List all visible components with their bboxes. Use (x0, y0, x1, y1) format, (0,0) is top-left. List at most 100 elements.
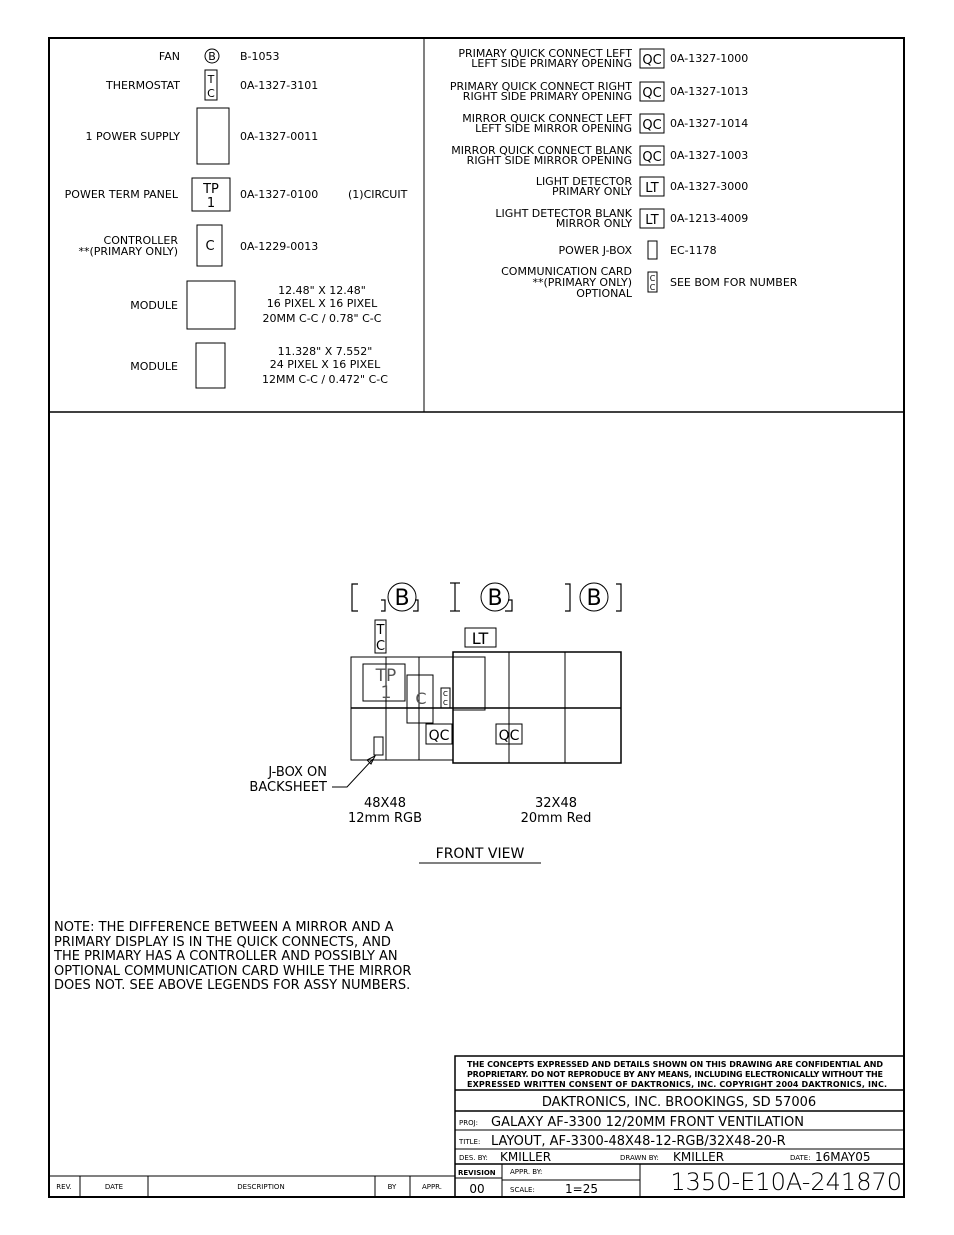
drawn-label: DRAWN BY: (620, 1154, 659, 1162)
note-line: PRIMARY DISPLAY IS IN THE QUICK CONNECTS… (54, 935, 391, 950)
note-line: THE PRIMARY HAS A CONTROLLER AND POSSIBL… (53, 949, 398, 964)
junction-box-icon (647, 240, 658, 260)
legend-row-qc-2: PRIMARY QUICK CONNECT RIGHT RIGHT SIDE P… (450, 80, 748, 103)
light-detector-symbol: LT (472, 629, 489, 648)
module1-label: MODULE (130, 299, 178, 312)
drafter: KMILLER (673, 1150, 724, 1164)
legend-symbol: QC (642, 118, 661, 133)
legend-symbol: QC (642, 86, 661, 101)
thermostat-symbol-bottom: C (376, 639, 385, 654)
junction-box-icon (373, 736, 384, 756)
notice-line: EXPRESSED WRITTEN CONSENT OF DAKTRONICS,… (467, 1080, 887, 1089)
module2-label: MODULE (130, 360, 178, 373)
des-label: DES. BY: (459, 1154, 488, 1162)
jbox-label: BACKSHEET (249, 780, 327, 795)
fan-symbol: B (487, 586, 502, 611)
fan-symbol: B (208, 50, 216, 63)
power-supply-label: 1 POWER SUPPLY (86, 130, 181, 143)
cabinet-48x48 (350, 656, 454, 761)
legend-label: OPTIONAL (576, 287, 633, 300)
column-header: DESCRIPTION (237, 1183, 284, 1191)
power-supply-icon (452, 656, 486, 711)
column-header: BY (388, 1183, 397, 1191)
column-header: DATE (105, 1183, 123, 1191)
fan-symbol: B (394, 586, 409, 611)
power-term-panel-part: 0A-1327-0100 (240, 188, 318, 201)
note-line: OPTIONAL COMMUNICATION CARD WHILE THE MI… (54, 964, 411, 979)
revision-label: REVISION (458, 1169, 496, 1177)
legend-label: RIGHT SIDE MIRROR OPENING (467, 154, 632, 167)
legend-label: LEFT SIDE MIRROR OPENING (475, 122, 632, 135)
left-caption: 48X48 (364, 796, 406, 811)
legend-part: EC-1178 (670, 244, 717, 257)
project-name: GALAXY AF-3300 12/20MM FRONT VENTILATION (491, 1115, 804, 1130)
legend-symbol: C (650, 283, 656, 292)
quick-connect-symbol: QC (499, 728, 520, 744)
title-block: THE CONCEPTS EXPRESSED AND DETAILS SHOWN… (454, 1055, 905, 1198)
module1-icon (186, 280, 236, 330)
appr-label: APPR. BY: (510, 1168, 542, 1176)
thermostat-part: 0A-1327-3101 (240, 79, 318, 92)
legend-symbol: LT (645, 181, 658, 196)
legend-row-qc-3: MIRROR QUICK CONNECT LEFT LEFT SIDE MIRR… (462, 112, 748, 135)
legend-part: 0A-1213-4009 (670, 212, 748, 225)
proj-label: PROJ: (459, 1119, 478, 1127)
thermostat-label: THERMOSTAT (105, 79, 180, 92)
legend-label: PRIMARY ONLY (552, 185, 632, 198)
controller-label2: **(PRIMARY ONLY) (78, 245, 178, 258)
front-view: B B B T C LT TP 1 C C C QC QC J-BOX ON B… (249, 582, 622, 864)
tp-symbol-bottom: 1 (381, 683, 392, 703)
legend-left: FAN B B-1053 THERMOSTAT T C 0A-1327-3101… (65, 48, 408, 389)
revision-value: 00 (469, 1182, 484, 1196)
leader-line (332, 758, 374, 788)
module2-line1: 11.328" X 7.552" (278, 345, 373, 358)
left-caption: 12mm RGB (348, 811, 422, 826)
notice-line: THE CONCEPTS EXPRESSED AND DETAILS SHOWN… (467, 1060, 883, 1069)
legend-part: 0A-1327-1000 (670, 52, 748, 65)
drawing-date: 16MAY05 (815, 1150, 871, 1164)
legend-label: MIRROR ONLY (556, 217, 632, 230)
view-title: FRONT VIEW (436, 846, 525, 862)
title-label: TITLE: (458, 1138, 480, 1146)
drawing-number: 1350-E10A-241870 (670, 1168, 902, 1196)
note-line: DOES NOT. SEE ABOVE LEGENDS FOR ASSY NUM… (54, 978, 410, 993)
column-header: REV. (56, 1183, 71, 1191)
controller-symbol: C (205, 239, 214, 254)
legend-part: 0A-1327-1003 (670, 149, 748, 162)
legend-part: SEE BOM FOR NUMBER (670, 276, 798, 289)
legend-label: LEFT SIDE PRIMARY OPENING (471, 57, 632, 70)
fan-label: FAN (159, 50, 180, 63)
legend-symbol: QC (642, 53, 661, 68)
cabinet-32x48 (452, 651, 622, 764)
controller-part: 0A-1229-0013 (240, 240, 318, 253)
module2-line2: 24 PIXEL X 16 PIXEL (270, 358, 381, 371)
thermostat-symbol-top: T (207, 73, 215, 86)
legend-symbol: LT (645, 213, 658, 228)
legend-row-lt-1: LIGHT DETECTOR PRIMARY ONLY LT 0A-1327-3… (536, 175, 748, 198)
legend-label: POWER J-BOX (558, 244, 632, 257)
controller-symbol: C (415, 689, 426, 708)
legend-symbol: QC (642, 150, 661, 165)
power-supply-part: 0A-1327-0011 (240, 130, 318, 143)
power-term-panel-label: POWER TERM PANEL (65, 188, 179, 201)
legend-label: RIGHT SIDE PRIMARY OPENING (463, 90, 632, 103)
company-name: DAKTRONICS, INC. BROOKINGS, SD 57006 (542, 1095, 816, 1110)
legend-row-qc-1: PRIMARY QUICK CONNECT LEFT LEFT SIDE PRI… (458, 47, 748, 70)
column-header: APPR. (422, 1183, 442, 1191)
date-label: DATE: (790, 1154, 811, 1162)
legend-row-jbox: POWER J-BOX EC-1178 (558, 240, 717, 260)
legend-right: PRIMARY QUICK CONNECT LEFT LEFT SIDE PRI… (450, 47, 798, 300)
module2-line3: 12MM C-C / 0.472" C-C (262, 373, 388, 386)
module1-line3: 20MM C-C / 0.78" C-C (263, 312, 382, 325)
right-caption: 32X48 (535, 796, 577, 811)
power-term-panel-note: (1)CIRCUIT (348, 188, 408, 201)
legend-part: 0A-1327-1013 (670, 85, 748, 98)
sheet-border (48, 37, 905, 1198)
legend-symbol: C (650, 274, 656, 283)
module2-icon (195, 342, 226, 389)
tp-symbol-top: TP (202, 182, 219, 197)
fan-part: B-1053 (240, 50, 280, 63)
thermostat-symbol-bottom: C (207, 87, 215, 100)
thermostat-symbol-top: T (376, 623, 385, 638)
scale-label: SCALE: (510, 1186, 535, 1194)
